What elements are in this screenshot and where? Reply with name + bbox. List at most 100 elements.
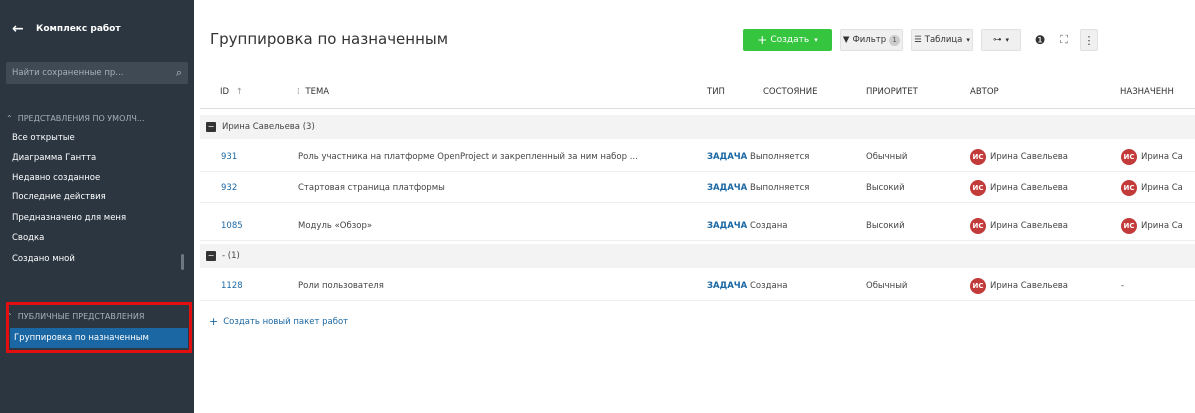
cell-id[interactable]: 931 [221,142,237,172]
author-name: Ирина Савельева [990,281,1069,291]
cell-subject[interactable]: Модуль «Обзор» [298,211,698,241]
table-row[interactable]: 1128 Роли пользователя ЗАДАЧА Создана Об… [200,271,1195,301]
hierarchy-icon: ⊶ [992,35,1002,45]
cell-priority: Высокий [866,221,905,231]
avatar: ИС [1121,218,1137,234]
cell-assignee[interactable]: ИС Ирина Са [1121,142,1195,172]
avatar: ИС [970,218,986,234]
cell-author[interactable]: ИС Ирина Савельева [970,142,1068,172]
cell-type: ЗАДАЧА [707,152,748,162]
cell-author[interactable]: ИС Ирина Савельева [970,211,1068,241]
avatar: ИС [970,180,986,196]
group-row[interactable]: − Ирина Савельева (3) [200,115,1195,139]
cell-status: Выполняется [750,183,810,193]
view-mode-label: Таблица [924,35,963,45]
sidebar-title: Комплекс работ [36,24,121,34]
avatar: ИС [970,149,986,165]
hierarchy-column-icon: ⁞ [297,87,300,97]
chevron-down-icon: ▾ [966,36,970,44]
column-header-subject[interactable]: ⁞ ТЕМА [297,87,329,97]
assignee-name: Ирина Са [1141,221,1183,231]
cell-author[interactable]: ИС Ирина Савельева [970,173,1068,203]
collapse-icon[interactable]: − [206,122,216,132]
chevron-down-icon: ▾ [1005,36,1009,44]
column-header-id-label: ID [220,87,230,97]
chevron-down-icon: ▾ [814,36,818,44]
cell-subject[interactable]: Стартовая страница платформы [298,173,698,203]
group-label: Ирина Савельева (3) [222,122,315,132]
cell-status: Выполняется [750,152,810,162]
table-row[interactable]: 1085 Модуль «Обзор» ЗАДАЧА Создана Высок… [200,211,1195,241]
search-input[interactable] [12,68,176,78]
sidebar-item-created-by-me[interactable]: Создано мной [12,254,75,264]
cell-priority: Высокий [866,183,905,193]
sort-ascending-icon: ↑ [235,87,243,97]
sidebar-header: ← Комплекс работ [0,0,194,58]
group-default-views[interactable]: ⌃ ПРЕДСТАВЛЕНИЯ ПО УМОЛЧ... [6,114,145,123]
column-header-type[interactable]: ТИП [707,87,725,97]
cell-assignee[interactable]: ИС Ирина Са [1121,173,1195,203]
cell-author[interactable]: ИС Ирина Савельева [970,271,1068,301]
create-work-package-label: Создать новый пакет работ [223,316,349,327]
page-title: Группировка по назначенным [210,30,449,48]
column-header-id[interactable]: ID ↑ [220,87,243,97]
create-button[interactable]: + Создать ▾ [743,29,832,51]
hierarchy-button[interactable]: ⊶ ▾ [981,29,1021,51]
plus-icon: + [209,315,219,328]
sidebar-scrollbar[interactable] [181,254,184,270]
cell-status: Создана [750,221,788,231]
table-row[interactable]: 931 Роль участника на платформе OpenProj… [200,142,1195,172]
column-header-priority[interactable]: ПРИОРИТЕТ [866,87,918,97]
cell-subject[interactable]: Роли пользователя [298,271,698,301]
cell-id[interactable]: 1085 [221,211,243,241]
saved-views-search[interactable]: ⌕ [6,62,188,84]
cell-assignee[interactable]: ИС Ирина Са [1121,211,1195,241]
search-icon[interactable]: ⌕ [176,66,182,80]
sidebar-item-all-open[interactable]: Все открытые [12,133,75,143]
filter-button-label: Фильтр [852,35,887,45]
cell-type: ЗАДАЧА [707,221,748,231]
filter-count-badge: 1 [889,34,901,46]
table-row[interactable]: 932 Стартовая страница платформы ЗАДАЧА … [200,173,1195,203]
cell-priority: Обычный [866,152,908,162]
sidebar-item-summary[interactable]: Сводка [12,233,44,243]
plus-icon: + [757,33,768,47]
cell-type: ЗАДАЧА [707,281,748,291]
column-header-subject-label: ТЕМА [305,87,330,97]
group-default-views-label: ПРЕДСТАВЛЕНИЯ ПО УМОЛЧ... [17,114,145,123]
filter-button[interactable]: ▼ Фильтр 1 [840,29,903,51]
collapse-icon[interactable]: − [206,251,216,261]
column-header-assignee[interactable]: НАЗНАЧЕНН [1120,87,1174,97]
chevron-up-icon: ⌃ [6,114,13,123]
group-row[interactable]: − - (1) [200,244,1195,268]
cell-priority: Обычный [866,281,908,291]
sidebar-item-recent[interactable]: Недавно созданное [12,173,100,183]
group-label: - (1) [222,251,240,261]
sidebar-item-gantt[interactable]: Диаграмма Гантта [12,153,96,163]
table-icon: ☰ [914,35,922,45]
cell-status: Создана [750,281,788,291]
column-header-status[interactable]: СОСТОЯНИЕ [763,87,817,97]
author-name: Ирина Савельева [990,183,1069,193]
column-header-author[interactable]: АВТОР [970,87,999,97]
annotation-highlight [6,302,192,353]
filter-icon: ▼ [842,35,850,45]
more-options-icon[interactable]: ⋮ [1080,29,1098,51]
cell-subject[interactable]: Роль участника на платформе OpenProject … [298,142,698,172]
fullscreen-icon[interactable]: ⛶ [1054,29,1074,51]
create-work-package-link[interactable]: + Создать новый пакет работ [209,315,348,328]
sidebar-item-assigned-to-me[interactable]: Предназначено для меня [12,213,126,223]
create-button-label: Создать [770,35,810,45]
info-icon[interactable]: ❶ [1030,29,1050,51]
avatar: ИС [1121,149,1137,165]
back-arrow-icon[interactable]: ← [12,21,36,37]
avatar: ИС [970,278,986,294]
header-divider [200,108,1195,109]
cell-assignee[interactable]: - [1121,271,1195,301]
assignee-name: Ирина Са [1141,152,1183,162]
cell-id[interactable]: 932 [221,173,237,203]
author-name: Ирина Савельева [990,152,1069,162]
sidebar-item-latest-activity[interactable]: Последние действия [12,192,106,202]
view-mode-button[interactable]: ☰ Таблица ▾ [911,29,973,51]
cell-id[interactable]: 1128 [221,271,243,301]
